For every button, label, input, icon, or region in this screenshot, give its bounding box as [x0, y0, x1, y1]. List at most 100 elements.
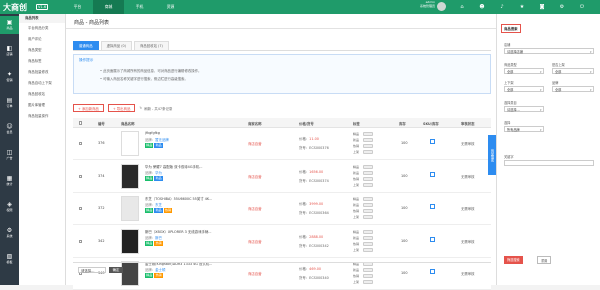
tab-normal[interactable]: 普通商品: [73, 41, 99, 50]
nav-icon: ▣: [6, 19, 13, 26]
leftnav-9[interactable]: ▧ 模板: [0, 250, 19, 268]
toggle-switch[interactable]: [363, 150, 373, 154]
avatar[interactable]: [437, 2, 446, 11]
leftnav-8[interactable]: ⚙ 系统: [0, 224, 19, 242]
toggle-switch[interactable]: [363, 280, 373, 284]
toggle-label: 上架: [353, 280, 360, 284]
add-product-button[interactable]: + 添加新商品: [73, 104, 104, 112]
lock-icon[interactable]: ◙: [532, 4, 552, 10]
batch-select[interactable]: 请选择...: [78, 267, 106, 273]
search-side-tab[interactable]: 商品搜索: [488, 135, 496, 175]
subnav-item[interactable]: 图片库管理: [19, 100, 65, 111]
search-button[interactable]: 筛选搜索: [504, 256, 523, 264]
brand-value[interactable]: 东芝: [155, 203, 162, 207]
export-button[interactable]: + 导出商品: [107, 104, 136, 112]
toggle-switch[interactable]: [363, 176, 373, 181]
toggle-switch[interactable]: [363, 241, 373, 246]
toggle-switch[interactable]: [363, 170, 373, 175]
row-checkbox[interactable]: [79, 239, 83, 243]
reset-button[interactable]: 重置: [537, 256, 552, 264]
subnav-item[interactable]: 商品标签: [19, 56, 65, 67]
filter-select[interactable]: 请选择店铺 ▾: [504, 48, 594, 54]
toggle-switch[interactable]: [363, 164, 373, 169]
leftnav-1[interactable]: ◧ 店铺: [0, 42, 19, 60]
tab-virtual[interactable]: 虚拟商品 (0): [100, 41, 133, 50]
top-bar: 大商创 V1.6 平台 商城 手机 资源 admin 系统管理员 ⌂ ☻ ♪ ★…: [0, 0, 600, 14]
subnav-item[interactable]: 平台商品分类: [19, 23, 65, 34]
product-thumbnail[interactable]: [121, 163, 139, 189]
leftnav-7[interactable]: ◈ 权限: [0, 198, 19, 216]
star-icon[interactable]: ★: [512, 4, 532, 10]
leftnav-2[interactable]: ✦ 促销: [0, 68, 19, 86]
toggle-switch[interactable]: [363, 247, 373, 252]
select-all-checkbox[interactable]: [79, 121, 83, 125]
product-thumbnail[interactable]: [121, 196, 139, 221]
product-name[interactable]: jfkgfgfkg: [145, 131, 225, 135]
brand-value[interactable]: 斯巴: [155, 236, 162, 240]
confirm-button[interactable]: 确定: [109, 267, 123, 273]
toggle-switch[interactable]: [363, 215, 373, 219]
nav-mobile[interactable]: 手机: [124, 0, 155, 14]
toggle-switch[interactable]: [363, 132, 373, 136]
bell-icon[interactable]: ♪: [492, 4, 512, 10]
filter-select[interactable]: 全部 ▾: [504, 68, 544, 74]
subnav-item[interactable]: 商品自动上下架: [19, 78, 65, 89]
nav-mall[interactable]: 商城: [93, 0, 124, 14]
stock-value[interactable]: 100: [401, 174, 407, 178]
filter-select[interactable]: 请选择... ▾: [504, 106, 544, 112]
toggle-switch[interactable]: [363, 209, 373, 213]
subnav-item[interactable]: 商品回收站: [19, 89, 65, 100]
tab-recycle[interactable]: 商品回收站 (7): [134, 41, 169, 50]
refresh-icon[interactable]: ↻: [139, 106, 142, 110]
stock-value[interactable]: 100: [401, 206, 407, 210]
leftnav-0[interactable]: ▣ 商品: [0, 16, 19, 34]
edit-icon[interactable]: [430, 204, 435, 209]
nav-icon: ▧: [6, 253, 13, 260]
app-logo[interactable]: 大商创: [3, 2, 27, 13]
nav-platform[interactable]: 平台: [62, 0, 93, 14]
edit-icon[interactable]: [430, 236, 435, 242]
leftnav-5[interactable]: ◫ 广告: [0, 146, 19, 164]
row-checkbox[interactable]: [79, 207, 83, 211]
leftnav-3[interactable]: ▤ 订单: [0, 94, 19, 112]
product-name[interactable]: 斯巴（XBOX）XPLORER 3 无线游戏手柄...: [145, 229, 225, 234]
filter-select[interactable]: 全部 ▾: [552, 86, 594, 92]
row-checkbox[interactable]: [79, 174, 83, 178]
toggle-switch[interactable]: [363, 138, 373, 142]
toggle-switch[interactable]: [363, 203, 373, 207]
home-icon[interactable]: ⌂: [452, 4, 472, 10]
toggle-switch[interactable]: [363, 235, 373, 240]
subnav-title[interactable]: 商品列表: [19, 14, 65, 23]
user-icon[interactable]: ☻: [472, 4, 492, 10]
power-icon[interactable]: ⏻: [572, 4, 592, 10]
toggle-switch[interactable]: [363, 144, 373, 148]
filter-select[interactable]: 全部 ▾: [552, 68, 594, 74]
nav-resource[interactable]: 资源: [155, 0, 186, 14]
stock-value[interactable]: 100: [401, 141, 407, 145]
toggle-switch[interactable]: [363, 229, 373, 234]
subnav-item[interactable]: 商品批量修改: [19, 67, 65, 78]
gear-icon[interactable]: ⚙: [552, 4, 572, 10]
col-audit: 审核状态: [461, 122, 475, 126]
brand-value[interactable]: 暂无品牌: [155, 138, 169, 142]
toggle-switch[interactable]: [363, 182, 373, 187]
user-info[interactable]: admin 系统管理员: [409, 0, 435, 8]
subnav-item[interactable]: 用户评论: [19, 34, 65, 45]
product-thumbnail[interactable]: [121, 228, 139, 254]
brand-value[interactable]: 华为: [155, 171, 162, 175]
toggle-switch[interactable]: [363, 197, 373, 201]
filter-select[interactable]: 全部 ▾: [504, 86, 544, 92]
filter-select[interactable]: 所有品牌 ▾: [504, 126, 544, 132]
product-name[interactable]: 东芝（TOSHIBA）55U6600C 55英寸 4K...: [145, 196, 225, 201]
product-thumbnail[interactable]: [121, 131, 139, 156]
keyword-input[interactable]: [504, 160, 594, 166]
product-name[interactable]: 华为 荣耀7 高配版 双卡双待4G手机...: [145, 164, 225, 169]
subnav-item[interactable]: 商品类型: [19, 45, 65, 56]
row-checkbox[interactable]: [79, 142, 83, 146]
edit-icon[interactable]: [430, 171, 435, 177]
leftnav-4[interactable]: ☺ 会员: [0, 120, 19, 138]
edit-icon[interactable]: [430, 139, 435, 144]
subnav-item[interactable]: 商品批量操作: [19, 111, 65, 122]
leftnav-6[interactable]: ▦ 统计: [0, 172, 19, 190]
stock-value[interactable]: 100: [401, 239, 407, 243]
